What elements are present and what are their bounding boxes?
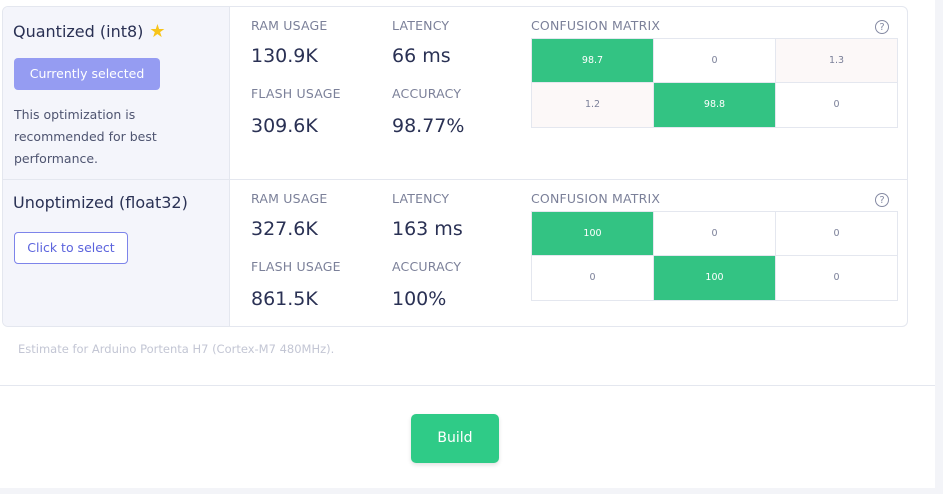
optimization-card: Quantized (int8) ★ Currently selected Thi…: [2, 6, 908, 327]
optimization-info: Unoptimized (float32) Click to select: [3, 180, 230, 326]
confusion-matrix-label: CONFUSION MATRIX: [531, 18, 661, 33]
matrix-cell: 1.3: [776, 39, 897, 83]
confusion-matrix: 98.7 0 1.3 1.2 98.8 0: [531, 38, 898, 128]
optimization-row-quantized: Quantized (int8) ★ Currently selected Thi…: [3, 7, 907, 179]
latency-label: LATENCY: [392, 18, 450, 33]
latency-value: 163 ms: [392, 218, 463, 240]
matrix-cell: 1.2: [532, 83, 654, 127]
matrix-cell: 100: [654, 256, 776, 300]
deployment-panel: Quantized (int8) ★ Currently selected Thi…: [0, 0, 935, 488]
latency-label: LATENCY: [392, 191, 450, 206]
help-icon[interactable]: ?: [875, 193, 889, 207]
ram-usage-value: 130.9K: [251, 45, 318, 67]
help-icon[interactable]: ?: [875, 20, 889, 34]
matrix-cell: 0: [532, 256, 654, 300]
optimization-row-unoptimized: Unoptimized (float32) Click to select RA…: [3, 179, 907, 326]
estimate-footnote: Estimate for Arduino Portenta H7 (Cortex…: [18, 342, 335, 356]
latency-value: 66 ms: [392, 45, 451, 67]
ram-usage-label: RAM USAGE: [251, 191, 328, 206]
optimization-description: This optimization is recommended for bes…: [14, 107, 157, 166]
optimization-info: Quantized (int8) ★ Currently selected Thi…: [3, 7, 230, 179]
flash-usage-value: 309.6K: [251, 115, 318, 137]
matrix-cell: 0: [776, 83, 897, 127]
matrix-cell: 98.8: [654, 83, 776, 127]
matrix-cell: 0: [776, 212, 897, 256]
matrix-cell: 0: [654, 212, 776, 256]
flash-usage-label: FLASH USAGE: [251, 86, 341, 101]
accuracy-label: ACCURACY: [392, 86, 462, 101]
flash-usage-label: FLASH USAGE: [251, 259, 341, 274]
confusion-matrix: 100 0 0 0 100 0: [531, 211, 898, 301]
matrix-cell: 98.7: [532, 39, 654, 83]
click-to-select-button[interactable]: Click to select: [14, 232, 128, 264]
accuracy-label: ACCURACY: [392, 259, 462, 274]
currently-selected-button[interactable]: Currently selected: [14, 58, 160, 90]
optimization-title: Quantized (int8) ★: [13, 21, 166, 42]
ram-usage-label: RAM USAGE: [251, 18, 328, 33]
ram-usage-value: 327.6K: [251, 218, 318, 240]
star-icon: ★: [149, 21, 166, 42]
confusion-matrix-label: CONFUSION MATRIX: [531, 191, 661, 206]
matrix-cell: 100: [532, 212, 654, 256]
accuracy-value: 100%: [392, 288, 447, 310]
matrix-cell: 0: [654, 39, 776, 83]
accuracy-value: 98.77%: [392, 115, 465, 137]
optimization-title: Unoptimized (float32): [13, 193, 188, 212]
flash-usage-value: 861.5K: [251, 288, 318, 310]
divider: [0, 385, 935, 386]
build-button[interactable]: Build: [411, 414, 499, 463]
matrix-cell: 0: [776, 256, 897, 300]
